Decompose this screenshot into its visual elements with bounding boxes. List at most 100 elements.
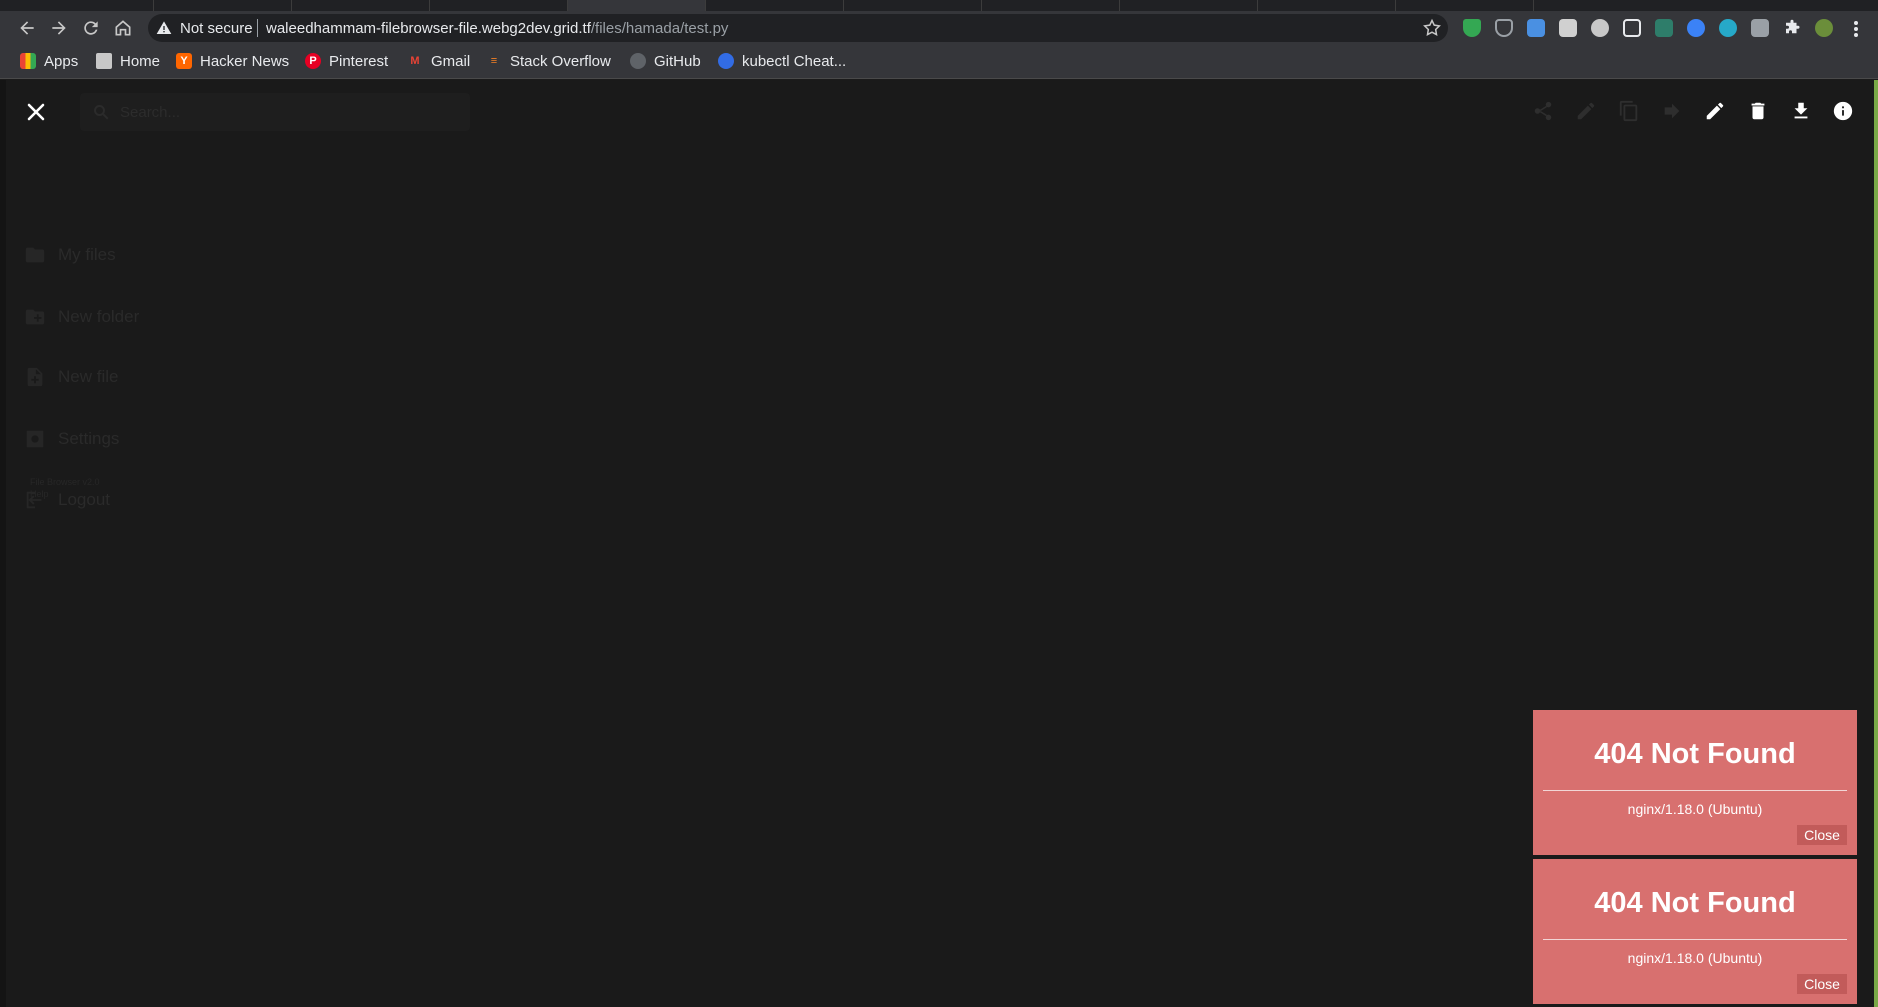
share-icon: [1534, 101, 1552, 121]
close-icon[interactable]: [24, 100, 48, 124]
github-extension-icon[interactable]: [1591, 19, 1609, 37]
share-button[interactable]: [1528, 96, 1558, 126]
browser-tab[interactable]: [982, 0, 1120, 11]
bookmark-pinterest[interactable]: P Pinterest: [305, 51, 388, 71]
pocket-extension-icon[interactable]: [1495, 19, 1513, 37]
window-extension-icon[interactable]: [1527, 19, 1545, 37]
browser-tab[interactable]: [1258, 0, 1396, 11]
toast-close-button[interactable]: Close: [1797, 825, 1847, 845]
bookmark-github[interactable]: GitHub: [630, 51, 701, 71]
info-button[interactable]: [1828, 96, 1858, 126]
search-input[interactable]: [120, 101, 450, 123]
credits-version: File Browser v2.0: [30, 477, 100, 487]
github-icon: [630, 53, 646, 69]
delete-button[interactable]: [1743, 96, 1773, 126]
credits: File Browser v2.0 Help: [30, 476, 100, 500]
sidebar-item-label: My files: [58, 245, 116, 264]
browser-tab[interactable]: [0, 0, 154, 11]
screen-extension-icon[interactable]: [1623, 19, 1641, 37]
browser-tab[interactable]: [1120, 0, 1258, 11]
home-button[interactable]: [110, 15, 136, 41]
browser-tab[interactable]: [430, 0, 568, 11]
bookmark-label: kubectl Cheat...: [742, 52, 847, 70]
puzzle-extensions-button[interactable]: [1783, 19, 1801, 37]
edit-button[interactable]: [1700, 96, 1730, 126]
bookmarks-bar: Apps Home Y Hacker News P Pinterest M Gm…: [0, 44, 1878, 79]
bookmark-apps[interactable]: Apps: [20, 51, 78, 71]
toast-title: 404 Not Found: [1594, 738, 1796, 770]
qr-code-extension-icon[interactable]: [1559, 19, 1577, 37]
browser-tab[interactable]: [706, 0, 844, 11]
filebrowser-page: My files New folder New file Settings Lo…: [0, 80, 1878, 1007]
bookmark-stack-overflow[interactable]: ≡ Stack Overflow: [486, 51, 611, 71]
settings-icon: [26, 430, 44, 448]
page-right-edge: [1874, 80, 1878, 1007]
sidebar-item-label: Settings: [58, 429, 120, 448]
pinterest-icon: P: [305, 53, 321, 69]
bookmark-star-icon[interactable]: [1422, 18, 1442, 38]
more-vert-icon[interactable]: [1853, 20, 1859, 38]
reload-icon: [84, 21, 98, 35]
bookmark-hacker-news[interactable]: Y Hacker News: [176, 51, 289, 71]
error-toast: 404 Not Found nginx/1.18.0 (Ubuntu) Clos…: [1533, 859, 1857, 1004]
screen: Not secure waleedhammam-filebrowser-file…: [0, 0, 1878, 1007]
sidebar-item-label: New folder: [58, 307, 140, 326]
bookmark-label: Pinterest: [329, 52, 389, 70]
gmail-icon: M: [410, 55, 420, 67]
forward-icon: [1664, 103, 1680, 119]
sidebar-item-label: New file: [58, 367, 119, 386]
back-button[interactable]: [14, 15, 40, 41]
folder-icon: [96, 53, 112, 69]
m-extension-icon[interactable]: [1719, 19, 1737, 37]
bookmark-gmail[interactable]: M Gmail: [407, 51, 470, 71]
browser-tab[interactable]: [292, 0, 430, 11]
reload-button[interactable]: [78, 15, 104, 41]
credits-help-link[interactable]: Help: [30, 488, 100, 500]
move-button[interactable]: [1657, 96, 1687, 126]
sidebar-item-my-files[interactable]: My files: [24, 240, 224, 270]
arrow-left-icon: [20, 21, 34, 35]
toast-message: nginx/1.18.0 (Ubuntu): [1627, 950, 1763, 966]
folder-icon: [25, 247, 45, 263]
browser-tab[interactable]: [1396, 0, 1534, 11]
compass-extension-icon[interactable]: [1687, 19, 1705, 37]
bookmark-home[interactable]: Home: [96, 51, 160, 71]
s-extension-icon[interactable]: [1655, 19, 1673, 37]
hacker-news-icon: Y: [176, 53, 192, 69]
apps-grid-icon: [20, 53, 36, 69]
shield-extension-icon[interactable]: [1463, 19, 1481, 37]
security-indicator[interactable]: Not secure: [180, 20, 253, 37]
search-box[interactable]: [80, 93, 470, 131]
search-icon: [94, 105, 109, 120]
bookmark-label: Apps: [44, 52, 79, 70]
rename-button[interactable]: [1571, 96, 1601, 126]
sidebar-item-new-folder[interactable]: New folder: [24, 302, 224, 332]
bookmark-label: Home: [120, 52, 161, 70]
copy-button[interactable]: [1614, 96, 1644, 126]
profile-avatar[interactable]: [1815, 19, 1833, 37]
sidebar-item-new-file[interactable]: New file: [24, 362, 224, 392]
bookmark-label: GitHub: [654, 52, 701, 70]
browser-tab[interactable]: [844, 0, 982, 11]
arrow-right-icon: [52, 21, 66, 35]
pencil-icon: [1577, 102, 1595, 120]
bookmark-kubectl[interactable]: kubectl Cheat...: [718, 51, 846, 71]
trash-icon: [1751, 102, 1765, 120]
download-icon: [1794, 102, 1808, 119]
browser-tab-active[interactable]: [568, 0, 706, 11]
download-button[interactable]: [1786, 96, 1816, 126]
stack-overflow-icon: ≡: [490, 55, 498, 67]
url-text[interactable]: waleedhammam-filebrowser-file.webg2dev.g…: [266, 20, 728, 37]
sidebar-item-settings[interactable]: Settings: [24, 424, 224, 454]
copy-icon: [1619, 100, 1638, 122]
toast-title: 404 Not Found: [1594, 887, 1796, 919]
printer-extension-icon[interactable]: [1751, 19, 1769, 37]
home-icon: [115, 20, 131, 36]
note-add-icon: [27, 367, 43, 387]
url-path: /files/hamada/test.py: [590, 20, 729, 37]
forward-button[interactable]: [46, 15, 72, 41]
toast-close-button[interactable]: Close: [1797, 974, 1847, 994]
address-bar[interactable]: Not secure waleedhammam-filebrowser-file…: [148, 14, 1448, 42]
puzzle-icon: [1786, 19, 1800, 34]
browser-tab[interactable]: [154, 0, 292, 11]
